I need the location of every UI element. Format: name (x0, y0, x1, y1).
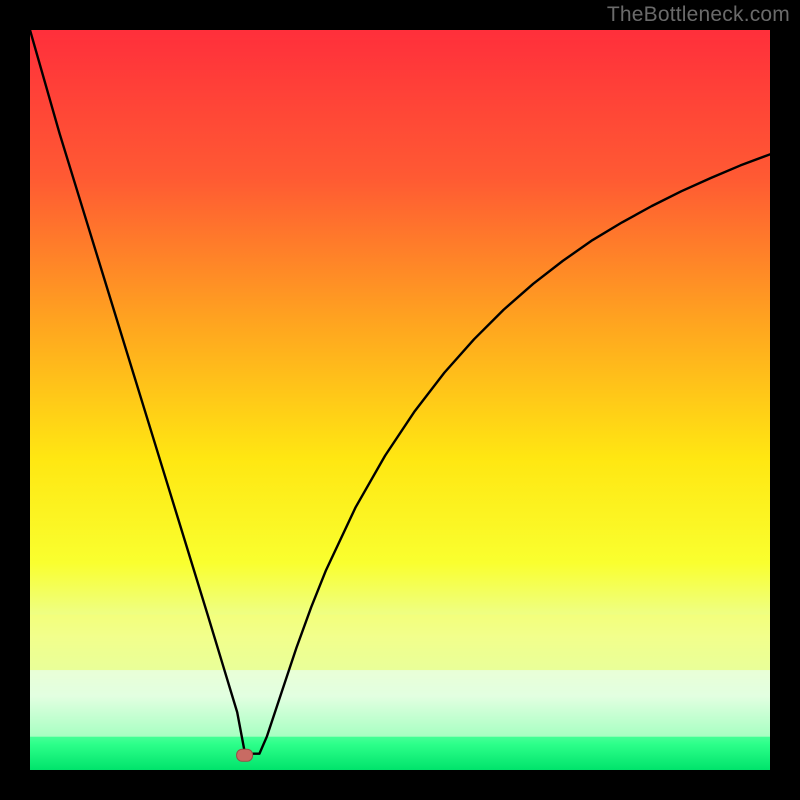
bottleneck-chart (30, 30, 770, 770)
chart-frame: TheBottleneck.com (0, 0, 800, 800)
chart-plot-area (30, 30, 770, 770)
watermark-text: TheBottleneck.com (607, 3, 790, 27)
yellow-band (30, 615, 770, 671)
optimum-marker (237, 749, 253, 761)
pale-band (30, 670, 770, 737)
